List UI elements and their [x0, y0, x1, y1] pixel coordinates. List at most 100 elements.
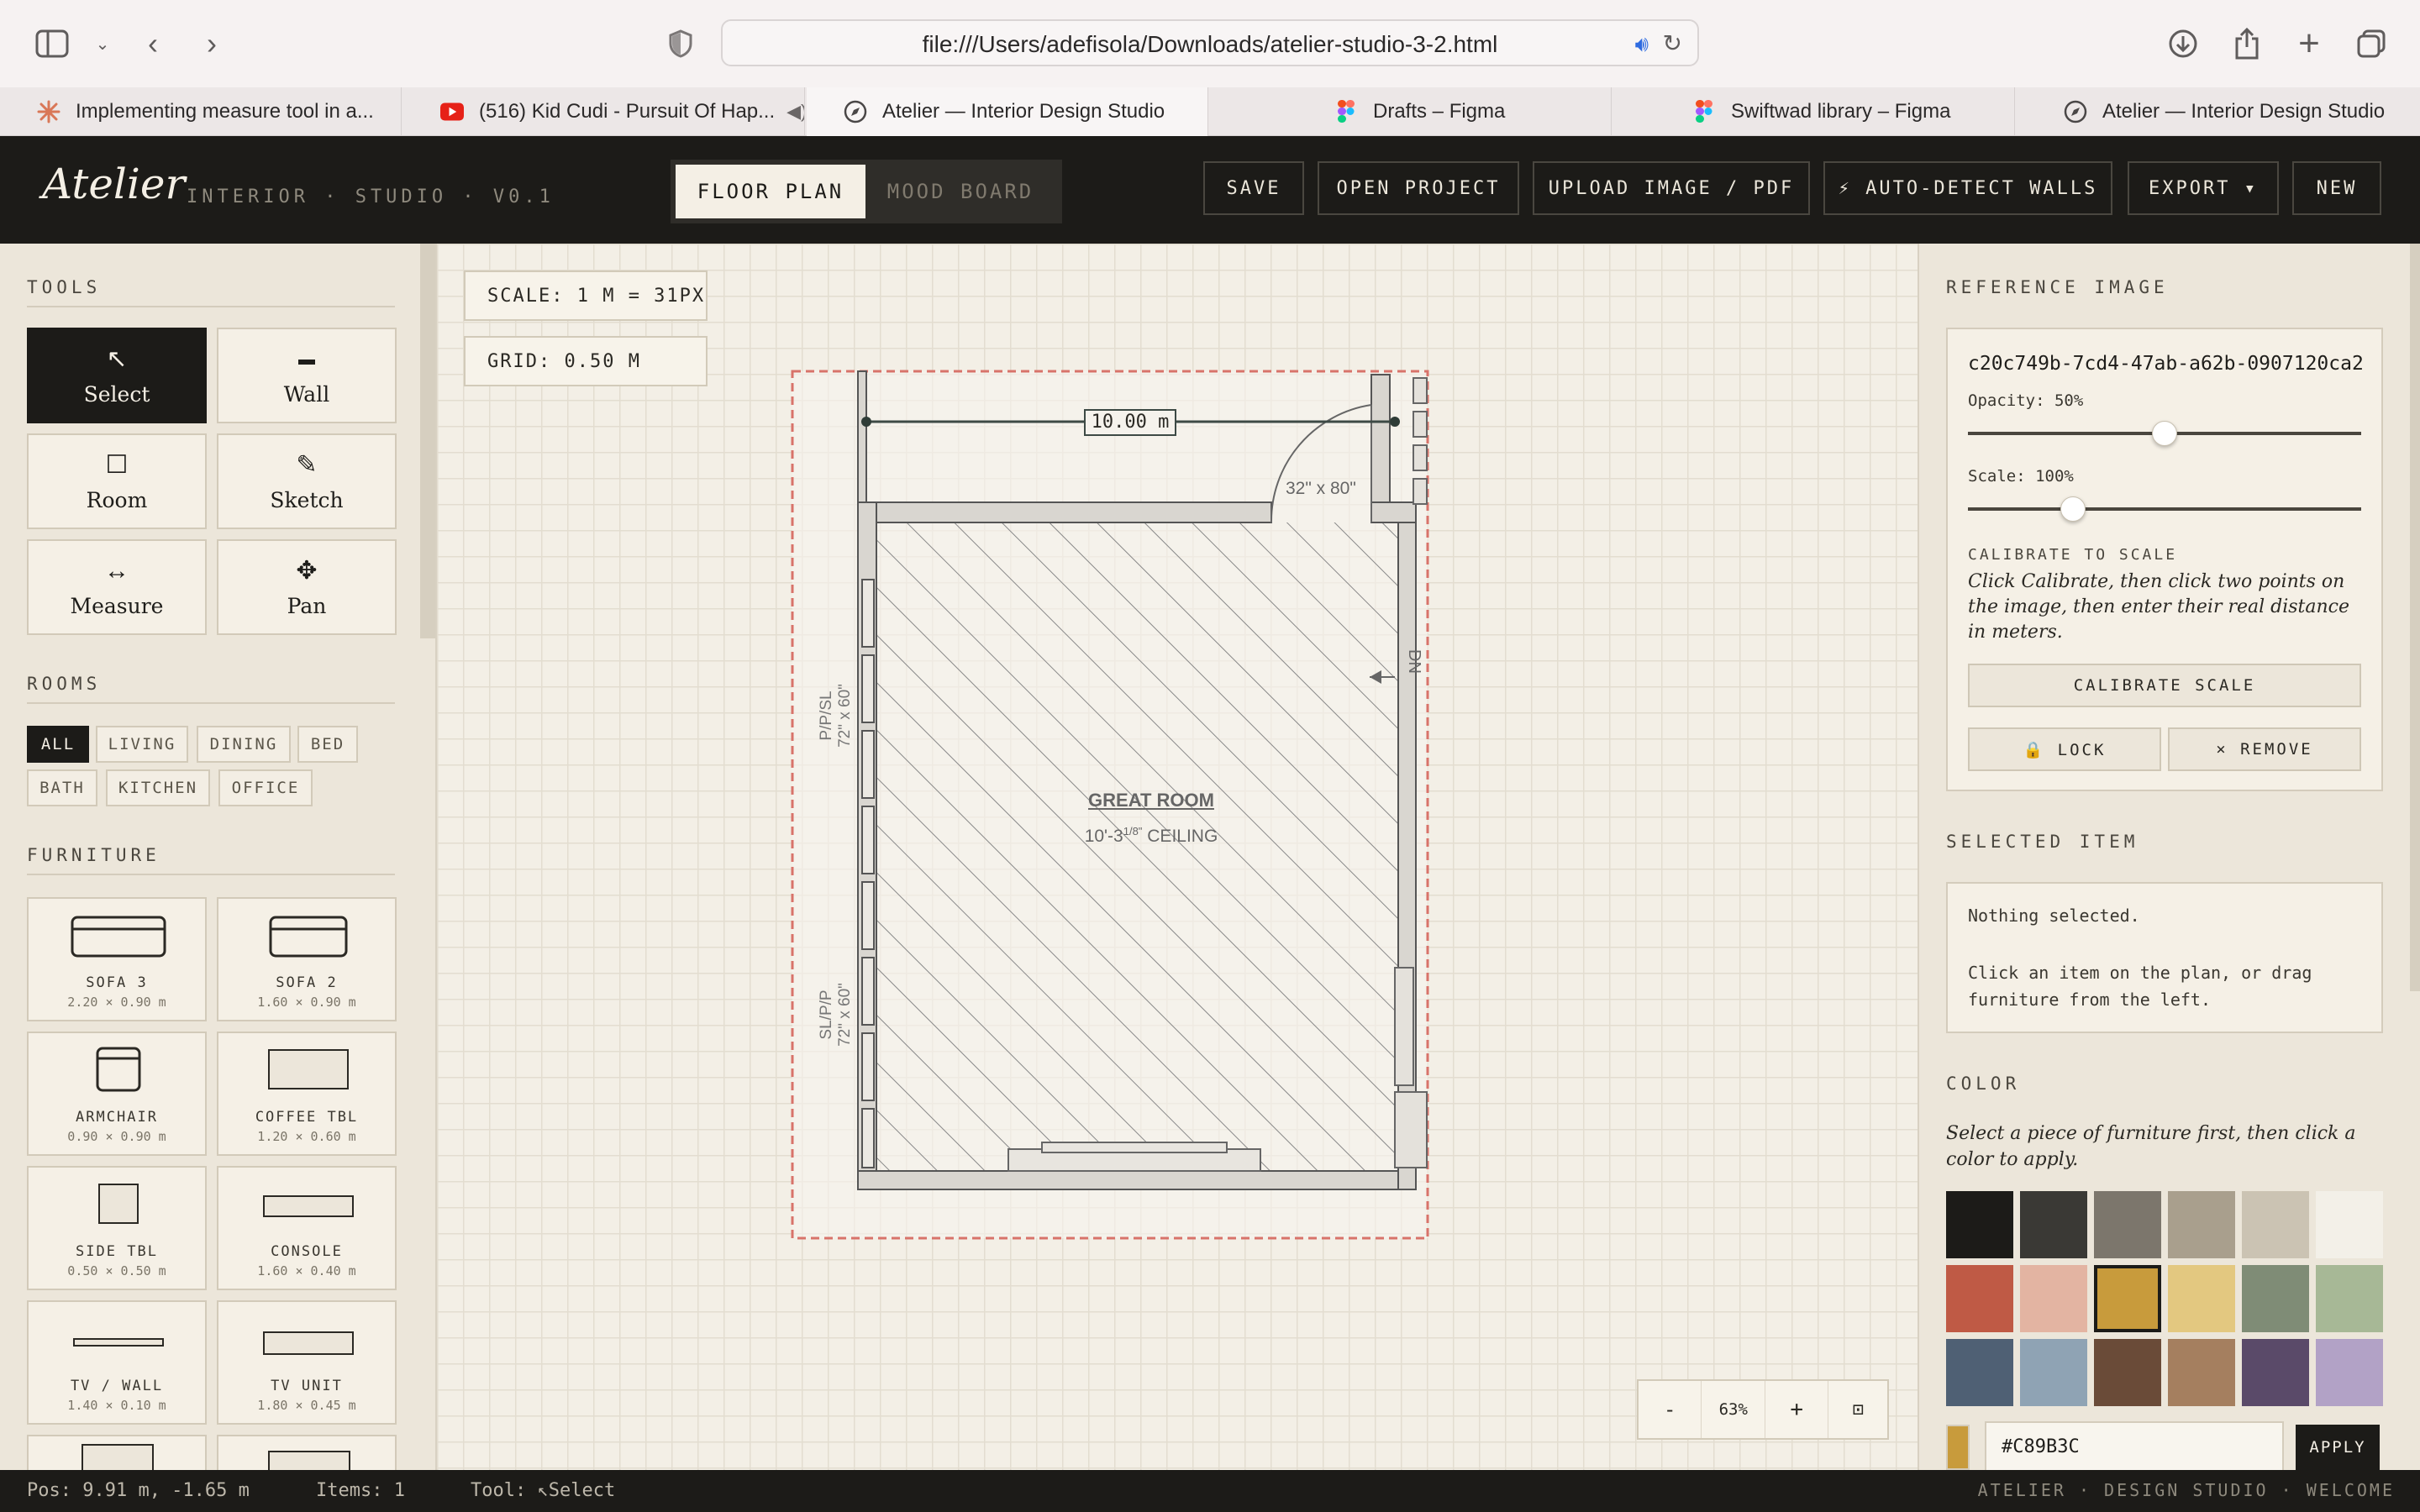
tab-floor-plan[interactable]: FLOOR PLAN: [676, 165, 865, 218]
tool-room[interactable]: ☐ Room: [27, 433, 207, 529]
url-text[interactable]: file:///Users/adefisola/Downloads/atelie…: [723, 31, 1697, 58]
reload-icon[interactable]: ↻: [1663, 29, 1682, 57]
tab-overview-icon[interactable]: [2349, 22, 2393, 66]
color-swatch[interactable]: [2094, 1339, 2161, 1406]
furniture-item-tv-wall[interactable]: TV / WALL 1.40 × 0.10 m: [27, 1300, 207, 1425]
color-swatch[interactable]: [2020, 1191, 2087, 1258]
browser-tab-active[interactable]: Atelier — Interior Design Studio: [807, 87, 1208, 136]
hex-input[interactable]: #C89B3C: [1985, 1421, 2284, 1470]
zoom-level: 63%: [1702, 1381, 1765, 1438]
remove-button[interactable]: × REMOVE: [2168, 727, 2361, 771]
tab-mood-board[interactable]: MOOD BOARD: [865, 165, 1055, 218]
room-chip-bed[interactable]: BED: [297, 726, 358, 763]
room-chip-kitchen[interactable]: KITCHEN: [106, 769, 210, 806]
color-swatch[interactable]: [1946, 1339, 2013, 1406]
new-button[interactable]: NEW: [2292, 161, 2381, 215]
status-message: ATELIER · DESIGN STUDIO · WELCOME: [1977, 1480, 2395, 1500]
fit-view-icon[interactable]: ⊡: [1828, 1381, 1887, 1438]
calibrate-scale-button[interactable]: CALIBRATE SCALE: [1968, 664, 2361, 707]
pencil-icon: ✎: [296, 450, 318, 479]
shield-icon[interactable]: [659, 22, 702, 66]
status-bar: Pos: 9.91 m, -1.65 m Items: 1 Tool: ↖Sel…: [0, 1470, 2420, 1512]
furniture-item-tv-unit[interactable]: TV UNIT 1.80 × 0.45 m: [217, 1300, 397, 1425]
sidebar-toggle-icon[interactable]: [30, 22, 74, 66]
sidebar-scrollbar[interactable]: [2410, 244, 2420, 991]
item-count: Items: 1: [316, 1480, 405, 1501]
color-swatch[interactable]: [2316, 1265, 2383, 1332]
color-swatch[interactable]: [2020, 1339, 2087, 1406]
furniture-item-side-table[interactable]: SIDE TBL 0.50 × 0.50 m: [27, 1166, 207, 1290]
save-button[interactable]: SAVE: [1203, 161, 1304, 215]
browser-tab[interactable]: (516) Kid Cudi - Pursuit Of Hap... ◀︎)): [403, 87, 805, 136]
tool-sketch[interactable]: ✎ Sketch: [217, 433, 397, 529]
room-chip-all[interactable]: ALL: [27, 726, 89, 763]
lock-button[interactable]: 🔒 LOCK: [1968, 727, 2161, 771]
back-icon[interactable]: ‹: [131, 22, 175, 66]
color-swatch[interactable]: [1946, 1191, 2013, 1258]
room-chip-bath[interactable]: BATH: [27, 769, 97, 806]
sidebar-scrollbar[interactable]: [420, 244, 435, 638]
color-swatch[interactable]: [2242, 1339, 2309, 1406]
zoom-out-button[interactable]: -: [1639, 1381, 1702, 1438]
furniture-item-coffee-table[interactable]: COFFEE TBL 1.20 × 0.60 m: [217, 1032, 397, 1156]
color-swatch[interactable]: [1946, 1265, 2013, 1332]
color-swatch[interactable]: [2242, 1265, 2309, 1332]
address-bar[interactable]: file:///Users/adefisola/Downloads/atelie…: [721, 19, 1699, 66]
export-button[interactable]: EXPORT ▾: [2128, 161, 2279, 215]
sofa-icon: [71, 916, 166, 958]
furniture-item-armchair[interactable]: ARMCHAIR 0.90 × 0.90 m: [27, 1032, 207, 1156]
furniture-item-console[interactable]: CONSOLE 1.60 × 0.40 m: [217, 1166, 397, 1290]
furniture-item-partial[interactable]: [217, 1435, 397, 1470]
color-swatch[interactable]: [2094, 1191, 2161, 1258]
color-swatch[interactable]: [2316, 1191, 2383, 1258]
slider-handle[interactable]: [2060, 496, 2086, 522]
browser-tab[interactable]: Swiftwad library – Figma: [1613, 87, 2015, 136]
color-swatch[interactable]: [2020, 1265, 2087, 1332]
share-icon[interactable]: [2225, 22, 2269, 66]
selected-item-panel: Nothing selected. Click an item on the p…: [1946, 882, 2383, 1033]
furniture-name: CONSOLE: [271, 1243, 343, 1260]
reference-plan-image[interactable]: [437, 244, 1918, 1470]
tool-measure[interactable]: ↔ Measure: [27, 539, 207, 635]
color-swatch[interactable]: [2094, 1265, 2161, 1332]
room-chip-office[interactable]: OFFICE: [218, 769, 313, 806]
floor-plan-canvas[interactable]: SCALE: 1 M = 31PX GRID: 0.50 M 10.00 m 3…: [437, 244, 1918, 1470]
speaker-icon[interactable]: 🔊︎: [1635, 31, 1649, 58]
scale-slider[interactable]: [1968, 492, 2361, 526]
color-swatch[interactable]: [2316, 1339, 2383, 1406]
tab-audio-icon[interactable]: ◀︎)): [786, 101, 804, 123]
forward-icon[interactable]: ›: [190, 22, 234, 66]
new-tab-icon[interactable]: +: [2287, 22, 2331, 66]
opacity-slider[interactable]: [1968, 417, 2361, 450]
furniture-dims: 0.50 × 0.50 m: [67, 1263, 166, 1278]
color-swatch[interactable]: [2168, 1191, 2235, 1258]
zoom-in-button[interactable]: +: [1765, 1381, 1829, 1438]
compass-icon: [2064, 100, 2087, 123]
upload-image-button[interactable]: UPLOAD IMAGE / PDF: [1533, 161, 1810, 215]
color-swatch[interactable]: [2168, 1265, 2235, 1332]
open-project-button[interactable]: OPEN PROJECT: [1318, 161, 1519, 215]
room-chip-living[interactable]: LIVING: [96, 726, 188, 763]
tool-select[interactable]: ↖ Select: [27, 328, 207, 423]
tool-wall[interactable]: ▬ Wall: [217, 328, 397, 423]
selected-item-heading: SELECTED ITEM: [1946, 832, 2139, 852]
room-chip-dining[interactable]: DINING: [197, 726, 291, 763]
browser-tab[interactable]: Atelier — Interior Design Studio: [2017, 87, 2420, 136]
furniture-item-sofa-3[interactable]: SOFA 3 2.20 × 0.90 m: [27, 897, 207, 1021]
browser-tab[interactable]: Drafts – Figma: [1210, 87, 1612, 136]
furniture-name: SIDE TBL: [76, 1243, 158, 1260]
slider-handle[interactable]: [2152, 421, 2177, 446]
download-icon[interactable]: [2161, 22, 2205, 66]
browser-toolbar: ⌄ ‹ › file:///Users/adefisola/Downloads/…: [0, 0, 2420, 87]
furniture-dims: 2.20 × 0.90 m: [67, 995, 166, 1010]
auto-detect-walls-button[interactable]: ⚡ AUTO-DETECT WALLS: [1823, 161, 2112, 215]
chevron-down-icon[interactable]: ⌄: [81, 22, 124, 66]
furniture-item-sofa-2[interactable]: SOFA 2 1.60 × 0.90 m: [217, 897, 397, 1021]
color-swatch[interactable]: [2242, 1191, 2309, 1258]
apply-button[interactable]: APPLY: [2296, 1425, 2380, 1470]
window-label-lower: SL/P/P 72" x 60": [818, 943, 855, 1086]
color-swatch[interactable]: [2168, 1339, 2235, 1406]
browser-tab[interactable]: Implementing measure tool in a...: [0, 87, 402, 136]
furniture-item-partial[interactable]: [27, 1435, 207, 1470]
tool-pan[interactable]: ✥ Pan: [217, 539, 397, 635]
